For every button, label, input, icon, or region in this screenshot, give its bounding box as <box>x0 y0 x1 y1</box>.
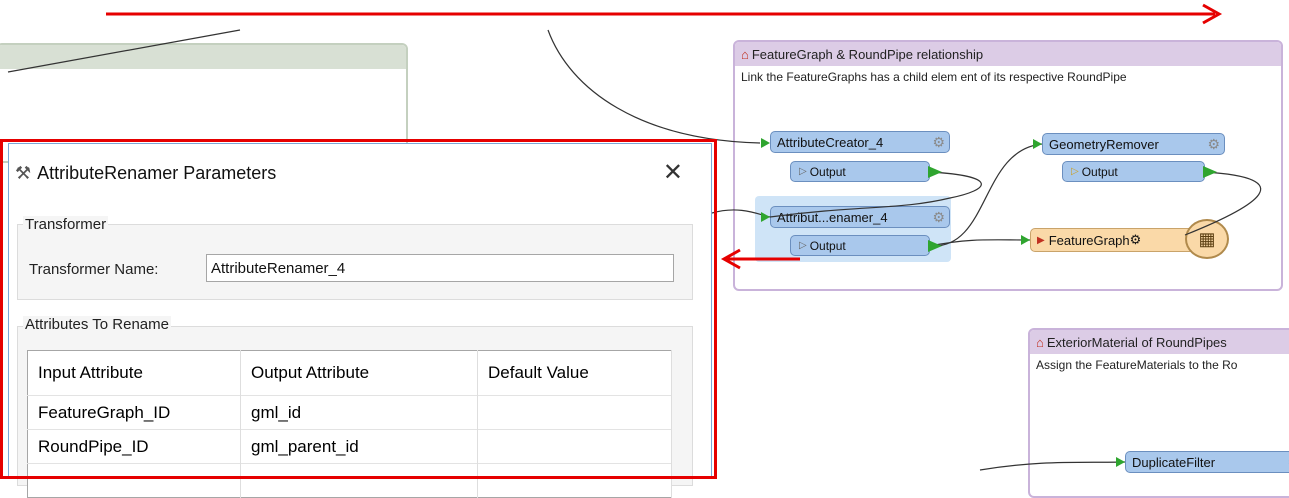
output-arrowhead <box>1203 166 1217 178</box>
connector-arrowhead <box>1116 457 1125 467</box>
output-arrowhead <box>928 240 942 252</box>
connector-line <box>979 461 1126 471</box>
output-arrowhead <box>928 166 942 178</box>
annotation-highlight-box <box>0 139 717 479</box>
connector-line <box>7 29 241 73</box>
connector-arrowhead <box>761 138 770 148</box>
connector-arrowhead <box>1021 235 1030 245</box>
connector-line <box>769 171 982 218</box>
connector-arrowhead <box>761 212 770 222</box>
connector-line <box>929 143 1043 247</box>
connector-line <box>1184 171 1262 236</box>
connector-arrowhead <box>1033 139 1042 149</box>
connector-line <box>547 29 761 144</box>
